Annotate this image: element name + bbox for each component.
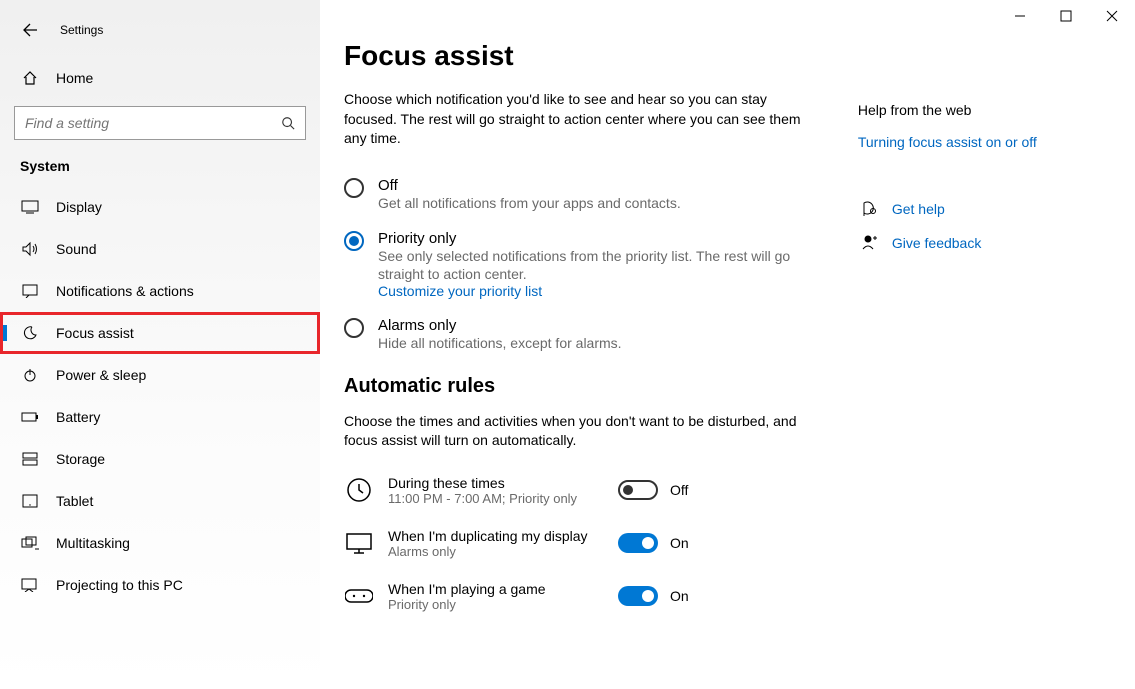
sidebar-item-multitasking[interactable]: Multitasking: [0, 522, 320, 564]
sidebar-item-battery[interactable]: Battery: [0, 396, 320, 438]
help-icon: [858, 200, 882, 218]
radio-icon: [344, 318, 364, 338]
power-icon: [20, 367, 40, 383]
rule-title: When I'm duplicating my display: [388, 528, 618, 544]
home-label: Home: [56, 70, 93, 86]
sidebar-item-notifications[interactable]: Notifications & actions: [0, 270, 320, 312]
nav-label: Display: [56, 199, 102, 215]
sidebar-item-power[interactable]: Power & sleep: [0, 354, 320, 396]
nav-label: Tablet: [56, 493, 93, 509]
rule-title: During these times: [388, 475, 618, 491]
toggle-on[interactable]: [618, 533, 658, 553]
get-help-link[interactable]: Get help: [858, 200, 1095, 218]
rule-sub: Priority only: [388, 597, 618, 612]
sidebar-item-display[interactable]: Display: [0, 186, 320, 228]
toggle-off[interactable]: [618, 480, 658, 500]
sidebar-item-storage[interactable]: Storage: [0, 438, 320, 480]
battery-icon: [20, 411, 40, 423]
maximize-button[interactable]: [1043, 0, 1089, 32]
aside-heading: Help from the web: [858, 102, 1095, 118]
sidebar-item-focus-assist[interactable]: Focus assist: [0, 312, 320, 354]
arrow-left-icon: [22, 22, 38, 38]
help-panel: Help from the web Turning focus assist o…: [858, 40, 1095, 689]
nav-label: Multitasking: [56, 535, 130, 551]
nav-label: Storage: [56, 451, 105, 467]
rule-sub: 11:00 PM - 7:00 AM; Priority only: [388, 491, 618, 506]
main-content: Focus assist Choose which notification y…: [344, 40, 858, 689]
close-button[interactable]: [1089, 0, 1135, 32]
sidebar: Settings Home System Display S: [0, 0, 320, 689]
nav-label: Projecting to this PC: [56, 577, 183, 593]
give-feedback-link[interactable]: Give feedback: [858, 234, 1095, 252]
monitor-icon: [344, 528, 374, 558]
window-controls: [997, 0, 1135, 32]
sound-icon: [20, 241, 40, 257]
rule-title: When I'm playing a game: [388, 581, 618, 597]
storage-icon: [20, 452, 40, 466]
opt-title: Alarms only: [378, 317, 622, 334]
home-icon: [20, 70, 40, 86]
nav-label: Sound: [56, 241, 96, 257]
radio-icon: [344, 178, 364, 198]
rules-heading: Automatic rules: [344, 375, 858, 398]
multitasking-icon: [20, 536, 40, 550]
search-input[interactable]: [14, 106, 306, 140]
page-title: Focus assist: [344, 40, 858, 72]
toggle-state: Off: [670, 482, 688, 498]
give-feedback-label: Give feedback: [892, 235, 982, 251]
opt-sub: Hide all notifications, except for alarm…: [378, 334, 622, 352]
tablet-icon: [20, 494, 40, 508]
nav-list: Display Sound Notifications & actions Fo…: [0, 186, 320, 606]
back-button[interactable]: [20, 20, 40, 40]
toggle-on[interactable]: [618, 586, 658, 606]
opt-title: Priority only: [378, 230, 808, 247]
customize-priority-link[interactable]: Customize your priority list: [378, 283, 808, 299]
get-help-label: Get help: [892, 201, 945, 217]
option-off[interactable]: Off Get all notifications from your apps…: [344, 177, 858, 212]
opt-sub: Get all notifications from your apps and…: [378, 194, 681, 212]
sidebar-item-home[interactable]: Home: [0, 60, 320, 96]
sidebar-item-sound[interactable]: Sound: [0, 228, 320, 270]
rule-playing-game[interactable]: When I'm playing a game Priority only On: [344, 581, 858, 612]
nav-label: Focus assist: [56, 325, 134, 341]
notifications-icon: [20, 284, 40, 298]
window-title: Settings: [60, 23, 103, 37]
toggle-state: On: [670, 535, 689, 551]
category-title: System: [20, 158, 300, 174]
rule-duplicating-display[interactable]: When I'm duplicating my display Alarms o…: [344, 528, 858, 559]
sidebar-item-tablet[interactable]: Tablet: [0, 480, 320, 522]
toggle-state: On: [670, 588, 689, 604]
projecting-icon: [20, 578, 40, 592]
search-icon: [281, 116, 295, 130]
radio-icon: [344, 231, 364, 251]
help-web-link[interactable]: Turning focus assist on or off: [858, 134, 1095, 150]
nav-label: Battery: [56, 409, 100, 425]
gamepad-icon: [344, 581, 374, 611]
opt-title: Off: [378, 177, 681, 194]
nav-label: Notifications & actions: [56, 283, 194, 299]
moon-icon: [20, 325, 40, 341]
rules-description: Choose the times and activities when you…: [344, 412, 804, 451]
search-field[interactable]: [25, 115, 281, 131]
feedback-icon: [858, 234, 882, 252]
rule-during-times[interactable]: During these times 11:00 PM - 7:00 AM; P…: [344, 475, 858, 506]
page-description: Choose which notification you'd like to …: [344, 90, 804, 149]
option-priority-only[interactable]: Priority only See only selected notifica…: [344, 230, 858, 299]
clock-icon: [344, 475, 374, 505]
nav-label: Power & sleep: [56, 367, 146, 383]
minimize-button[interactable]: [997, 0, 1043, 32]
opt-sub: See only selected notifications from the…: [378, 247, 808, 283]
rule-sub: Alarms only: [388, 544, 618, 559]
option-alarms-only[interactable]: Alarms only Hide all notifications, exce…: [344, 317, 858, 352]
display-icon: [20, 200, 40, 214]
sidebar-item-projecting[interactable]: Projecting to this PC: [0, 564, 320, 606]
